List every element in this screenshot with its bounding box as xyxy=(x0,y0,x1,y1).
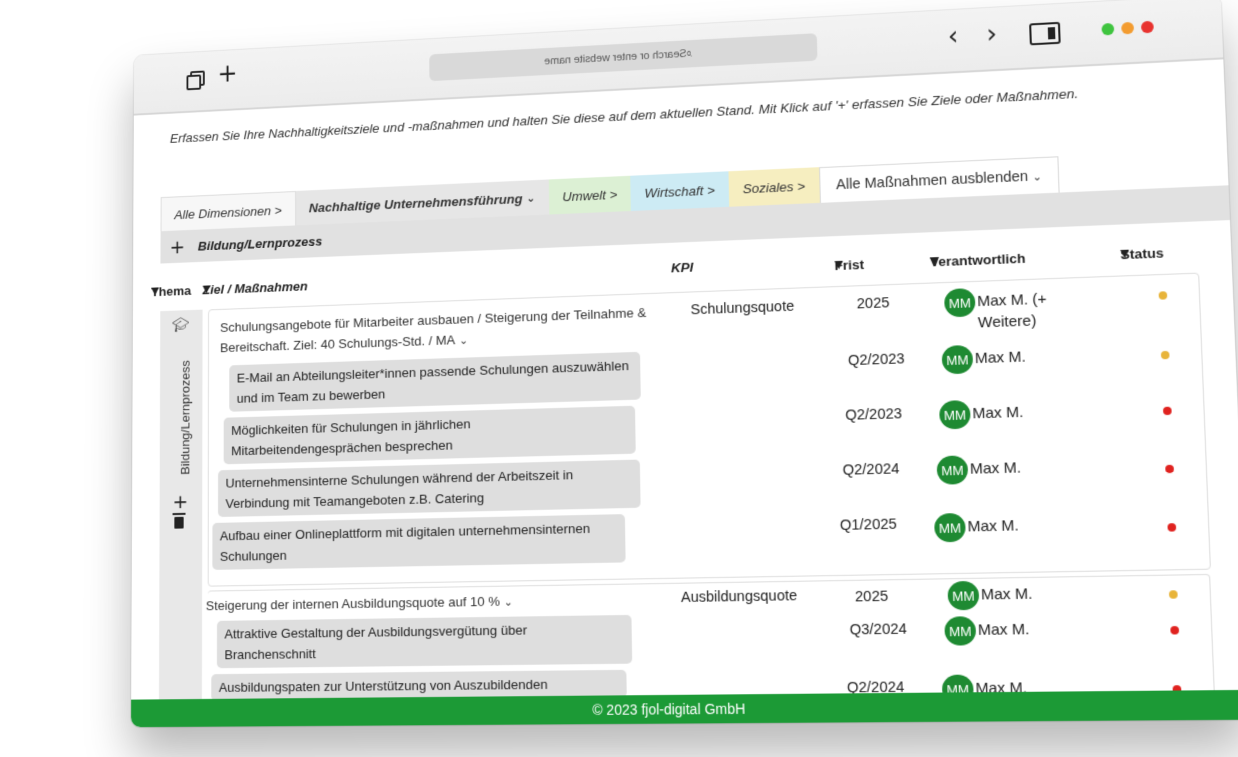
window-dot-green[interactable] xyxy=(1101,22,1115,36)
deadline: 2025 xyxy=(854,588,889,606)
page-content: Erfassen Sie Ihre Nachhaltigkeitsziele u… xyxy=(131,59,1238,700)
status-indicator xyxy=(1170,626,1180,635)
filter-icon[interactable]: ▼ xyxy=(151,285,159,298)
filter-icon[interactable]: ▼ xyxy=(834,258,843,271)
avatar: MM xyxy=(944,616,977,646)
filter-icon[interactable]: ▼ xyxy=(203,283,211,296)
measure-item[interactable]: E-Mail an Abteilungsleiter*innen passend… xyxy=(229,351,641,412)
deadline: Q2/2024 xyxy=(842,461,900,479)
trash-icon[interactable] xyxy=(174,516,184,529)
status-indicator xyxy=(1160,350,1170,360)
goal-group: Schulungsangebote für Mitarbeiter ausbau… xyxy=(207,272,1211,587)
tab-wirtschaft[interactable]: Wirtschaft > xyxy=(630,171,730,211)
window-dot-orange[interactable] xyxy=(1121,21,1135,35)
status-indicator xyxy=(1162,406,1172,416)
avatar: MM xyxy=(934,512,966,543)
chevron-down-icon[interactable]: ⌄ xyxy=(459,334,468,347)
browser-window: + Search or enter website name ⌕ ‹ › Erf… xyxy=(130,0,1238,728)
measure-item[interactable]: Möglichkeiten für Schulungen in jährlich… xyxy=(223,405,636,465)
responsible: MM Max M. xyxy=(936,454,1021,485)
responsible: MM Max M. (+ Weitere) xyxy=(943,284,1090,335)
avatar: MM xyxy=(943,288,976,318)
topic-vertical-label: Bildung/Lernprozess xyxy=(177,360,192,475)
add-goal-button[interactable]: + xyxy=(173,489,189,513)
measure-item[interactable]: Unternehmensinterne Schulungen während d… xyxy=(218,459,641,518)
measure-item[interactable]: Attraktive Gestaltung der Ausbildungsver… xyxy=(216,614,633,669)
filter-icon[interactable]: ▼ xyxy=(1120,247,1129,261)
filter-icon[interactable]: ▼ xyxy=(930,254,939,267)
forward-icon[interactable]: › xyxy=(986,19,998,49)
tab-umwelt[interactable]: Umwelt > xyxy=(548,175,632,215)
chevron-down-icon: ⌄ xyxy=(526,191,536,205)
search-icon: ⌕ xyxy=(685,46,693,60)
avatar: MM xyxy=(939,400,971,430)
avatar: MM xyxy=(936,455,969,485)
deadline: Q1/2025 xyxy=(839,516,898,534)
graduation-cap-icon: 🎓︎ xyxy=(172,315,190,334)
goal-text[interactable]: Schulungsangebote für Mitarbeiter ausbau… xyxy=(220,302,650,359)
col-kpi: KPI xyxy=(670,259,694,276)
deadline: Q2/2023 xyxy=(845,406,903,424)
deadline: Q3/2024 xyxy=(849,621,908,639)
responsible: MM Max M. xyxy=(944,615,1030,646)
responsible: MM Max M. xyxy=(934,512,1019,543)
tab-label: Nachhaltige Unternehmensführung xyxy=(308,190,523,215)
sidebar-toggle-icon[interactable] xyxy=(1029,21,1061,46)
new-tab-icon[interactable]: + xyxy=(218,59,238,88)
status-indicator xyxy=(1165,464,1175,474)
deadline: Q2/2023 xyxy=(847,351,905,370)
avatar: MM xyxy=(947,580,980,611)
tab-soziales[interactable]: Soziales > xyxy=(728,167,820,207)
deadline: 2025 xyxy=(856,295,890,313)
status-indicator xyxy=(1168,590,1178,599)
goal-group: Steigerung der internen Ausbildungsquote… xyxy=(206,573,1217,700)
chevron-down-icon: ⌄ xyxy=(1032,169,1043,184)
status-indicator xyxy=(1158,291,1168,300)
responsible: MM Max M. xyxy=(941,343,1027,375)
topic-sidebar: 🎓︎ Bildung/Lernprozess + xyxy=(158,309,203,700)
responsible: MM Max M. xyxy=(947,580,1033,611)
responsible: MM Max M. xyxy=(939,398,1024,430)
address-placeholder: Search or enter website name xyxy=(543,48,687,68)
add-topic-button[interactable]: + xyxy=(170,235,185,258)
topic-label: Bildung/Lernprozess xyxy=(197,233,323,253)
window-dot-red[interactable] xyxy=(1140,20,1154,34)
kpi-value: Schulungsquote xyxy=(690,298,795,319)
tabs-icon[interactable] xyxy=(186,71,202,89)
hide-measures-label: Alle Maßnahmen ausblenden xyxy=(835,168,1029,194)
chevron-down-icon[interactable]: ⌄ xyxy=(504,596,513,609)
address-bar[interactable]: Search or enter website name ⌕ xyxy=(429,33,818,82)
browser-stage: + Search or enter website name ⌕ ‹ › Erf… xyxy=(130,0,1238,728)
status-indicator xyxy=(1167,523,1177,532)
kpi-value: Ausbildungsquote xyxy=(680,587,798,607)
measure-item[interactable]: Aufbau einer Onlineplattform mit digital… xyxy=(212,514,626,570)
avatar: MM xyxy=(941,344,974,375)
goal-text[interactable]: Steigerung der internen Ausbildungsquote… xyxy=(206,588,649,617)
back-icon[interactable]: ‹ xyxy=(947,21,958,51)
